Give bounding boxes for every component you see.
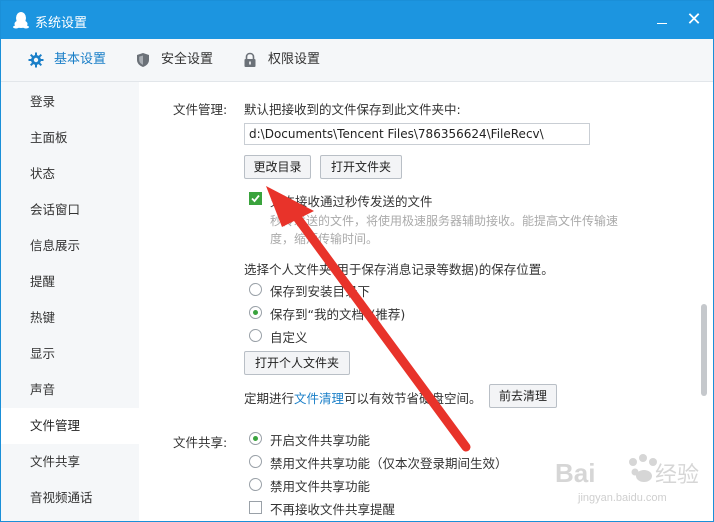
radio-custom-label: 自定义 (270, 330, 308, 345)
sidebar-item-display[interactable]: 显示 (1, 336, 139, 372)
no-share-reminder-checkbox[interactable] (249, 501, 262, 514)
tab-basic-settings[interactable]: 基本设置 (28, 39, 118, 81)
gear-icon (28, 52, 44, 68)
radio-disable-sharing-label: 禁用文件共享功能 (270, 479, 371, 494)
sidebar-item-reminders[interactable]: 提醒 (1, 264, 139, 300)
allow-instant-transfer-checkbox[interactable] (249, 192, 262, 205)
sidebar-item-av-call[interactable]: 音视频通话 (1, 480, 139, 516)
radio-disable-sharing-session[interactable] (249, 455, 262, 468)
minimize-button[interactable] (649, 7, 675, 33)
go-cleanup-button[interactable]: 前去清理 (489, 384, 557, 408)
close-icon: ✕ (686, 9, 702, 30)
no-share-reminder-label: 不再接收文件共享提醒 (270, 502, 396, 517)
sidebar-item-hotkeys[interactable]: 热键 (1, 300, 139, 336)
tab-permission-settings[interactable]: 权限设置 (242, 39, 332, 81)
sidebar-item-main-panel[interactable]: 主面板 (1, 120, 139, 156)
default-save-folder-text: 默认把接收到的文件保存到此文件夹中: (244, 102, 461, 117)
tab-basic-settings-label: 基本设置 (54, 52, 107, 67)
radio-enable-sharing-label: 开启文件共享功能 (270, 433, 371, 448)
lock-icon (244, 52, 256, 67)
radio-custom[interactable] (249, 329, 262, 342)
settings-sidebar: 登录 主面板 状态 会话窗口 信息展示 提醒 热键 显示 声音 文件管理 文件共… (1, 82, 139, 521)
sidebar-item-chat-window[interactable]: 会话窗口 (1, 192, 139, 228)
file-cleanup-link[interactable]: 文件清理 (294, 391, 344, 406)
sidebar-item-info-display[interactable]: 信息展示 (1, 228, 139, 264)
allow-instant-transfer-label: 允许接收通过秒传发送的文件 (270, 194, 433, 209)
window-title: 系统设置 (35, 16, 88, 31)
cleanup-hint: 定期进行文件清理可以有效节省硬盘空间。 (244, 388, 482, 407)
file-sharing-section-label: 文件共享: (173, 435, 228, 450)
change-directory-button[interactable]: 更改目录 (244, 155, 311, 179)
instant-transfer-description-line1: 秒传发送的文件，将使用极速服务器辅助接收。能提高文件传输速 (270, 214, 619, 228)
radio-save-my-documents-label: 保存到“我的文档”(推荐) (270, 307, 406, 322)
sidebar-item-file-sharing[interactable]: 文件共享 (1, 444, 139, 480)
content-scrollbar[interactable] (699, 82, 713, 521)
close-button[interactable]: ✕ (681, 7, 707, 33)
instant-transfer-description-line2: 度，缩短传输时间。 (270, 232, 379, 246)
shield-icon (137, 53, 149, 67)
radio-disable-sharing[interactable] (249, 478, 262, 491)
settings-tab-bar: 基本设置 安全设置 权限设置 (1, 39, 713, 82)
radio-save-my-documents[interactable] (249, 306, 262, 319)
scrollbar-thumb[interactable] (701, 304, 707, 396)
sidebar-item-login[interactable]: 登录 (1, 84, 139, 120)
minimize-icon (657, 23, 667, 24)
settings-content: 文件管理: 默认把接收到的文件保存到此文件夹中: 更改目录 打开文件夹 允许接收… (139, 82, 699, 521)
tab-permission-settings-label: 权限设置 (268, 52, 321, 67)
sidebar-item-file-management[interactable]: 文件管理 (1, 408, 139, 444)
radio-save-install-dir-label: 保存到安装目录下 (270, 284, 371, 299)
checkmark-icon (251, 194, 260, 203)
title-bar[interactable]: 系统设置 ✕ (1, 1, 713, 39)
radio-enable-sharing[interactable] (249, 432, 262, 445)
radio-disable-sharing-session-label: 禁用文件共享功能（仅本次登录期间生效） (270, 456, 508, 471)
cleanup-suffix: 可以有效节省硬盘空间。 (344, 391, 482, 406)
settings-window: 系统设置 ✕ 基本设置 安全设置 权限设置 登录 主面板 状态 会话窗口 信息展… (0, 0, 714, 522)
tab-security-settings-label: 安全设置 (161, 52, 214, 67)
file-management-section-label: 文件管理: (173, 102, 228, 117)
radio-save-install-dir[interactable] (249, 283, 262, 296)
personal-folder-text: 选择个人文件夹(用于保存消息记录等数据)的保存位置。 (244, 262, 554, 277)
cleanup-prefix: 定期进行 (244, 391, 295, 406)
sidebar-item-sound[interactable]: 声音 (1, 372, 139, 408)
open-personal-folder-button[interactable]: 打开个人文件夹 (244, 351, 350, 375)
sidebar-item-status[interactable]: 状态 (1, 156, 139, 192)
qq-penguin-icon (13, 12, 29, 29)
open-folder-button[interactable]: 打开文件夹 (320, 155, 402, 179)
tab-security-settings[interactable]: 安全设置 (135, 39, 225, 81)
save-path-input[interactable] (244, 123, 590, 145)
